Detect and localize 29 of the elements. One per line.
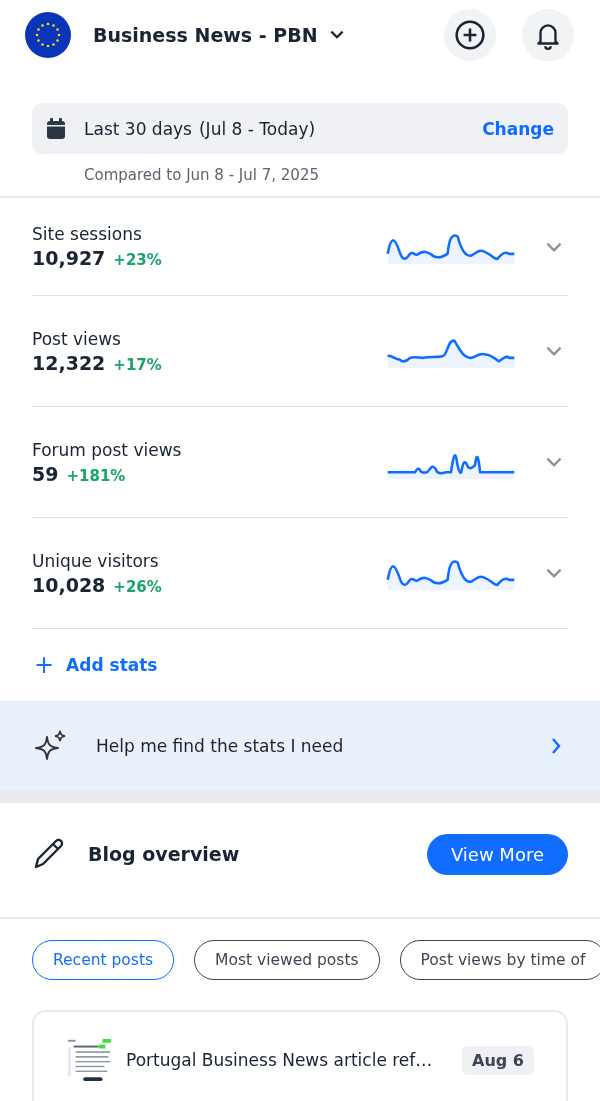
stat-change: +23% [113, 251, 162, 269]
date-range-dates: (Jul 8 - Today) [199, 118, 316, 139]
stat-name: Unique visitors [32, 550, 160, 571]
stat-name: Post views [32, 328, 122, 349]
stat-value: 10,927 [32, 247, 106, 269]
calendar-icon [46, 117, 66, 140]
stat-name: Site sessions [32, 224, 143, 244]
bell-icon[interactable] [522, 9, 574, 61]
assistant-banner[interactable]: Help me find the stats I need [0, 701, 600, 790]
stat-change: +17% [113, 355, 162, 374]
site-selector[interactable]: Business News - PBN [93, 24, 346, 46]
flag-logo-icon [25, 12, 71, 58]
stat-value: 10,028 [32, 573, 106, 596]
sparkle-icon [34, 728, 68, 763]
stat-change: +26% [113, 577, 162, 596]
comparison-text: Compared to Jun 8 - Jul 7, 2025 [84, 166, 320, 184]
section-title: Blog overview [88, 843, 240, 865]
add-icon[interactable] [444, 9, 496, 61]
pen-icon [32, 837, 66, 871]
view-more-button[interactable]: View More [426, 833, 568, 875]
stat-value: 12,322 [32, 351, 106, 374]
stat-name: Forum post views [32, 439, 183, 460]
change-link[interactable]: Change [482, 118, 554, 139]
post-title[interactable]: Portugal Business News article ref… [126, 1050, 433, 1070]
add-stats-link[interactable]: + Add stats [34, 653, 158, 677]
date-badge: Aug 6 [462, 1045, 534, 1075]
stat-change: +181% [66, 466, 126, 485]
date-range-label: Last 30 days [84, 118, 192, 139]
stat-value: 59 [32, 462, 59, 485]
